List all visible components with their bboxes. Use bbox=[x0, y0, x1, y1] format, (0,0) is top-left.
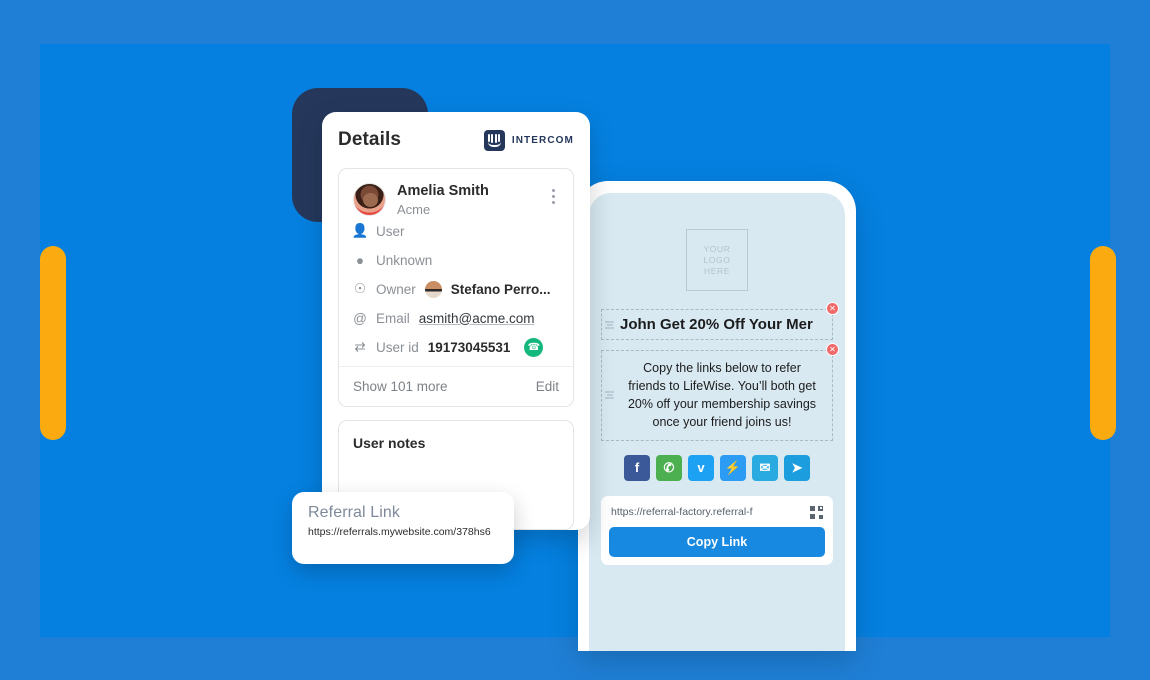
decor-bar-left bbox=[40, 246, 66, 440]
twitter-share-button[interactable]: ᴠ bbox=[688, 454, 714, 481]
detail-label: Unknown bbox=[376, 252, 433, 268]
user-icon: 👤 bbox=[351, 223, 369, 239]
referral-link-title: Referral Link bbox=[308, 504, 401, 521]
detail-row: ● Unknown bbox=[353, 246, 559, 275]
facebook-share-button[interactable]: f bbox=[624, 454, 650, 481]
intercom-logo: INTERCOM bbox=[483, 129, 574, 151]
phone-screen: YOUR LOGO HERE ✕ John Get 20% Off Your M… bbox=[589, 193, 845, 651]
drag-handle-icon[interactable] bbox=[605, 321, 614, 328]
referral-link-card: https://referral-factory.referral-f Copy… bbox=[601, 495, 833, 565]
referral-link-callout: Referral Link https://referrals.mywebsit… bbox=[292, 492, 514, 564]
whatsapp-share-button[interactable]: ✆ bbox=[656, 454, 682, 481]
more-options-icon[interactable] bbox=[550, 187, 557, 206]
detail-label: Email bbox=[376, 310, 410, 326]
body-text: Copy the links below to refer friends to… bbox=[627, 361, 817, 430]
user-id-value: 19173045531 bbox=[427, 339, 511, 355]
phone-mockup: YOUR LOGO HERE ✕ John Get 20% Off Your M… bbox=[578, 181, 856, 651]
headline-text: John Get 20% Off Your Mer bbox=[620, 316, 813, 333]
detail-label: Owner bbox=[376, 281, 416, 297]
logo-placeholder-line: HERE bbox=[703, 266, 731, 276]
email-share-button[interactable]: ✉ bbox=[752, 454, 778, 481]
logo-placeholder-line: LOGO bbox=[703, 255, 731, 265]
decor-bar-right bbox=[1090, 246, 1116, 440]
telegram-share-button[interactable]: ➤ bbox=[784, 454, 810, 481]
contact-name: Amelia Smith bbox=[397, 183, 489, 199]
referral-link-url: https://referrals.mywebsite.com/378hs6 bbox=[308, 526, 491, 538]
intercom-wordmark: INTERCOM bbox=[511, 134, 574, 146]
contact-summary: Amelia Smith Acme bbox=[353, 183, 559, 217]
detail-label: User id bbox=[376, 339, 419, 355]
edit-button[interactable]: Edit bbox=[536, 379, 559, 394]
page-title: Details bbox=[338, 129, 402, 150]
detail-value: Stefano Perro... bbox=[450, 281, 551, 297]
body-block[interactable]: ✕ Copy the links below to refer friends … bbox=[601, 343, 839, 441]
detail-label: User bbox=[376, 223, 405, 239]
owner-icon: ☉ bbox=[353, 281, 367, 297]
contact-company: Acme bbox=[397, 201, 431, 217]
user-notes-title: User notes bbox=[353, 434, 426, 451]
referral-link-field[interactable]: https://referral-factory.referral-f bbox=[609, 504, 825, 527]
delete-icon[interactable]: ✕ bbox=[826, 302, 839, 315]
detail-row: ☉ Owner Stefano Perro... bbox=[353, 275, 559, 304]
detail-row: 👤 User bbox=[351, 217, 559, 246]
logo-placeholder[interactable]: YOUR LOGO HERE bbox=[686, 229, 748, 291]
detail-row: @ Email asmith@acme.com bbox=[353, 304, 559, 333]
intercom-details-card: Details INTERCOM Amelia Smith Acme 👤 Use… bbox=[322, 112, 590, 530]
at-icon: @ bbox=[353, 310, 367, 326]
logo-placeholder-line: YOUR bbox=[703, 244, 731, 254]
email-value[interactable]: asmith@acme.com bbox=[419, 311, 535, 326]
intercom-mark-icon bbox=[483, 129, 505, 151]
show-more-button[interactable]: Show 101 more bbox=[353, 379, 448, 394]
avatar bbox=[353, 183, 386, 216]
messenger-share-button[interactable]: ⚡ bbox=[720, 454, 746, 481]
location-icon: ● bbox=[355, 252, 365, 268]
headline-block[interactable]: ✕ John Get 20% Off Your Mer bbox=[601, 302, 839, 340]
contact-detail-box: Amelia Smith Acme 👤 User ● Unknown ☉ Own… bbox=[338, 168, 574, 407]
detail-footer: Show 101 more Edit bbox=[339, 365, 573, 406]
delete-icon[interactable]: ✕ bbox=[826, 343, 839, 356]
copy-link-button[interactable]: Copy Link bbox=[609, 526, 825, 557]
shuffle-icon: ⇄ bbox=[354, 339, 366, 355]
details-header: Details INTERCOM bbox=[338, 112, 574, 168]
qr-code-icon[interactable] bbox=[810, 505, 823, 519]
drag-handle-icon[interactable] bbox=[605, 391, 614, 399]
phone-call-icon[interactable]: ☎ bbox=[524, 337, 544, 357]
social-share-row: f ✆ ᴠ ⚡ ✉ ➤ bbox=[601, 454, 833, 481]
detail-row: ⇄ User id 19173045531 ☎ bbox=[353, 333, 559, 362]
owner-avatar bbox=[424, 280, 442, 298]
referral-link-value: https://referral-factory.referral-f bbox=[611, 506, 753, 518]
